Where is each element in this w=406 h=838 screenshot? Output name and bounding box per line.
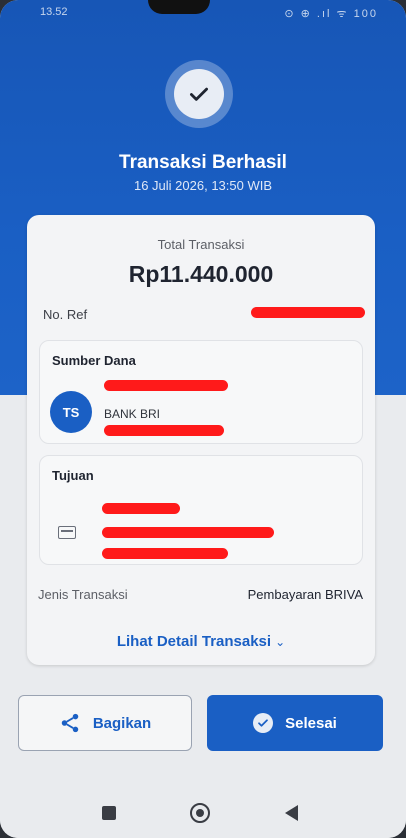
- checkmark-icon: [174, 69, 224, 119]
- avatar: TS: [50, 391, 92, 433]
- page-title: Transaksi Berhasil: [119, 152, 287, 173]
- account-number-redaction: [104, 425, 224, 436]
- system-navigation-bar: [0, 782, 406, 838]
- ref-label: No. Ref: [43, 307, 88, 322]
- destination-bank-redaction: [102, 548, 228, 559]
- source-bank-name: BANK BRI: [104, 407, 161, 421]
- share-icon: [59, 712, 81, 734]
- destination-name-redaction: [102, 503, 180, 514]
- receipt-card: Total Transaksi Rp11.440.000 No. Ref Sum…: [27, 215, 375, 665]
- recent-apps-icon[interactable]: [102, 806, 116, 820]
- view-detail-link[interactable]: Lihat Detail Transaksi ⌄: [27, 633, 375, 650]
- status-time: 13.52: [40, 6, 68, 18]
- view-detail-label: Lihat Detail Transaksi: [116, 633, 272, 650]
- total-amount: Rp11.440.000: [128, 261, 274, 287]
- transaction-datetime: 16 Juli 2026, 13:50 WIB: [133, 178, 273, 193]
- credit-card-icon: [58, 526, 76, 539]
- chevron-down-icon: ⌄: [275, 635, 286, 649]
- home-icon[interactable]: [190, 803, 210, 823]
- back-icon[interactable]: [285, 805, 298, 821]
- status-icon-glyphs: ⊙ ⊕ .ıl ᯤ: [284, 8, 349, 20]
- transaction-type-value: Pembayaran BRIVA: [247, 587, 363, 602]
- destination-account-redaction: [102, 527, 274, 538]
- source-title: Sumber Dana: [52, 353, 136, 368]
- done-label: Selesai: [285, 714, 337, 732]
- transaction-type-label: Jenis Transaksi: [38, 587, 128, 602]
- phone-screen: 13.52 ⊙ ⊕ .ıl ᯤ 100 Transaksi Berhasil 1…: [0, 0, 406, 838]
- success-icon-ring: [165, 60, 233, 128]
- check-circle-icon: [253, 713, 274, 733]
- done-button[interactable]: Selesai: [207, 695, 383, 751]
- share-button[interactable]: Bagikan: [18, 695, 192, 751]
- destination-card: Tujuan: [39, 455, 363, 565]
- status-bar: 13.52 ⊙ ⊕ .ıl ᯤ 100: [40, 6, 378, 24]
- destination-title: Tujuan: [52, 468, 94, 483]
- account-name-redaction: [104, 380, 228, 391]
- status-icons: ⊙ ⊕ .ıl ᯤ 100: [284, 6, 378, 21]
- share-label: Bagikan: [92, 714, 152, 732]
- total-label: Total Transaksi: [157, 237, 245, 252]
- ref-redaction: [251, 307, 365, 318]
- battery-level: 100: [353, 8, 378, 20]
- source-card: Sumber Dana TS BANK BRI: [39, 340, 363, 444]
